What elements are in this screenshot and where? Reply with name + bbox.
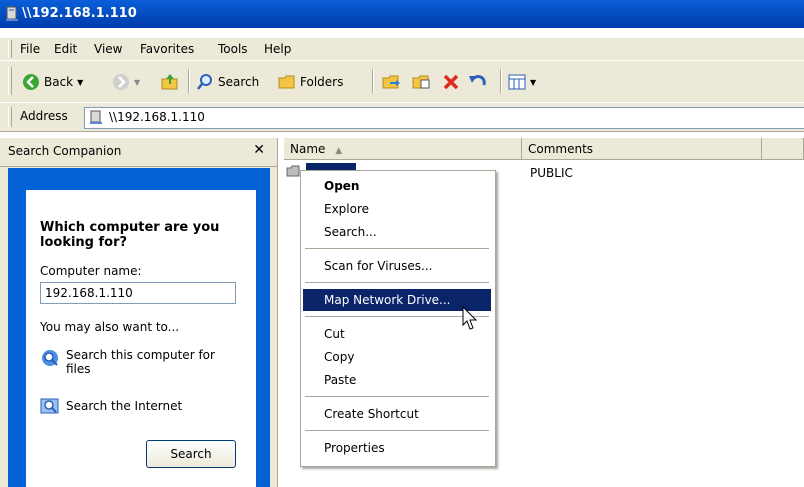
companion-background: Which computer are you looking for? Comp… xyxy=(8,168,270,487)
back-dropdown-icon[interactable]: ▼ xyxy=(77,78,83,87)
menu-bar: File Edit View Favorites Tools Help xyxy=(0,38,804,60)
folders-icon xyxy=(278,75,295,89)
menubar-grip[interactable] xyxy=(8,40,12,58)
delete-button[interactable] xyxy=(442,71,460,93)
address-label: Address xyxy=(20,109,68,123)
address-value: \\192.168.1.110 xyxy=(109,110,205,124)
menu-item-scan-viruses[interactable]: Scan for Viruses... xyxy=(303,255,491,277)
copy-to-button[interactable] xyxy=(412,71,432,93)
window-title: \\192.168.1.110 xyxy=(22,6,137,21)
search-label: Search xyxy=(218,75,260,89)
folders-button[interactable]: Folders xyxy=(278,71,343,93)
menu-edit[interactable]: Edit xyxy=(54,42,77,56)
search-computer-label: Search this computer for files xyxy=(66,348,215,376)
name-column-label: Name xyxy=(290,142,326,156)
menu-divider xyxy=(305,396,489,397)
shared-folder-icon xyxy=(286,165,300,177)
computer-name-label: Computer name: xyxy=(40,264,142,278)
menu-item-copy[interactable]: Copy xyxy=(303,346,491,368)
forward-dropdown-icon[interactable]: ▼ xyxy=(134,78,140,87)
menu-item-properties[interactable]: Properties xyxy=(303,437,491,459)
pane-header: Search Companion ✕ xyxy=(0,138,277,167)
search-button[interactable]: Search xyxy=(146,440,236,468)
menu-tools[interactable]: Tools xyxy=(218,42,248,56)
standard-toolbar: Back ▼ ▼ Search Folders ▼ xyxy=(0,60,804,103)
addressbar-grip[interactable] xyxy=(8,107,12,127)
pane-title: Search Companion xyxy=(8,144,122,158)
address-field[interactable]: \\192.168.1.110 xyxy=(84,107,804,129)
mouse-pointer-icon xyxy=(462,306,478,330)
network-share-icon xyxy=(6,6,18,21)
menu-file[interactable]: File xyxy=(20,42,40,56)
copy-to-folder-icon xyxy=(412,75,430,89)
computer-name-input[interactable]: 192.168.1.110 xyxy=(40,282,236,304)
menu-view[interactable]: View xyxy=(94,42,122,56)
back-button[interactable]: Back ▼ xyxy=(22,71,83,93)
column-header-empty[interactable] xyxy=(762,138,804,160)
search-computer-link[interactable]: Search this computer for files xyxy=(40,348,231,376)
menu-item-search[interactable]: Search... xyxy=(303,221,491,243)
search-button[interactable]: Search xyxy=(196,71,259,93)
companion-heading: Which computer are you looking for? xyxy=(40,220,220,250)
undo-button[interactable] xyxy=(468,71,488,93)
folder-up-icon xyxy=(161,74,178,90)
menu-item-explore[interactable]: Explore xyxy=(303,198,491,220)
toolbar-separator xyxy=(372,69,374,93)
forward-arrow-icon xyxy=(113,74,129,90)
toolbar-grip[interactable] xyxy=(8,67,12,95)
address-bar: Address \\192.168.1.110 xyxy=(0,102,804,132)
menu-item-open[interactable]: Open xyxy=(303,175,491,197)
views-dropdown-icon[interactable]: ▼ xyxy=(530,78,536,87)
toolbar-separator xyxy=(188,69,190,93)
search-internet-icon xyxy=(40,398,59,414)
move-to-folder-icon xyxy=(382,75,400,89)
search-computer-icon xyxy=(42,350,58,366)
title-bar: \\192.168.1.110 xyxy=(0,0,804,28)
search-companion-pane: Search Companion ✕ Which computer are yo… xyxy=(0,138,278,487)
column-header-name[interactable]: Name ▲ xyxy=(284,138,522,160)
menu-favorites[interactable]: Favorites xyxy=(140,42,194,56)
menu-item-paste[interactable]: Paste xyxy=(303,369,491,391)
menu-divider xyxy=(305,282,489,283)
up-button[interactable] xyxy=(160,71,180,93)
network-share-icon xyxy=(90,110,102,124)
toolbar-separator xyxy=(500,69,502,93)
also-label: You may also want to... xyxy=(40,320,180,334)
delete-x-icon xyxy=(443,74,459,90)
views-grid-icon xyxy=(508,74,526,90)
sort-ascending-icon: ▲ xyxy=(335,146,343,156)
magnifier-icon xyxy=(197,74,212,90)
back-arrow-icon xyxy=(23,74,39,90)
menu-divider xyxy=(305,430,489,431)
back-label: Back xyxy=(44,75,74,89)
share-comment: PUBLIC xyxy=(530,166,573,180)
views-button[interactable]: ▼ xyxy=(508,71,536,93)
forward-button[interactable]: ▼ xyxy=(112,71,140,93)
undo-arrow-icon xyxy=(469,75,486,86)
menu-divider xyxy=(305,248,489,249)
companion-panel: Which computer are you looking for? Comp… xyxy=(26,190,256,487)
column-header-comments[interactable]: Comments xyxy=(522,138,762,160)
menu-item-create-shortcut[interactable]: Create Shortcut xyxy=(303,403,491,425)
search-internet-link[interactable]: Search the Internet xyxy=(40,396,182,416)
search-internet-label: Search the Internet xyxy=(66,399,183,413)
move-to-button[interactable] xyxy=(382,71,402,93)
menu-help[interactable]: Help xyxy=(264,42,291,56)
folders-label: Folders xyxy=(300,75,344,89)
close-icon[interactable]: ✕ xyxy=(253,142,265,158)
